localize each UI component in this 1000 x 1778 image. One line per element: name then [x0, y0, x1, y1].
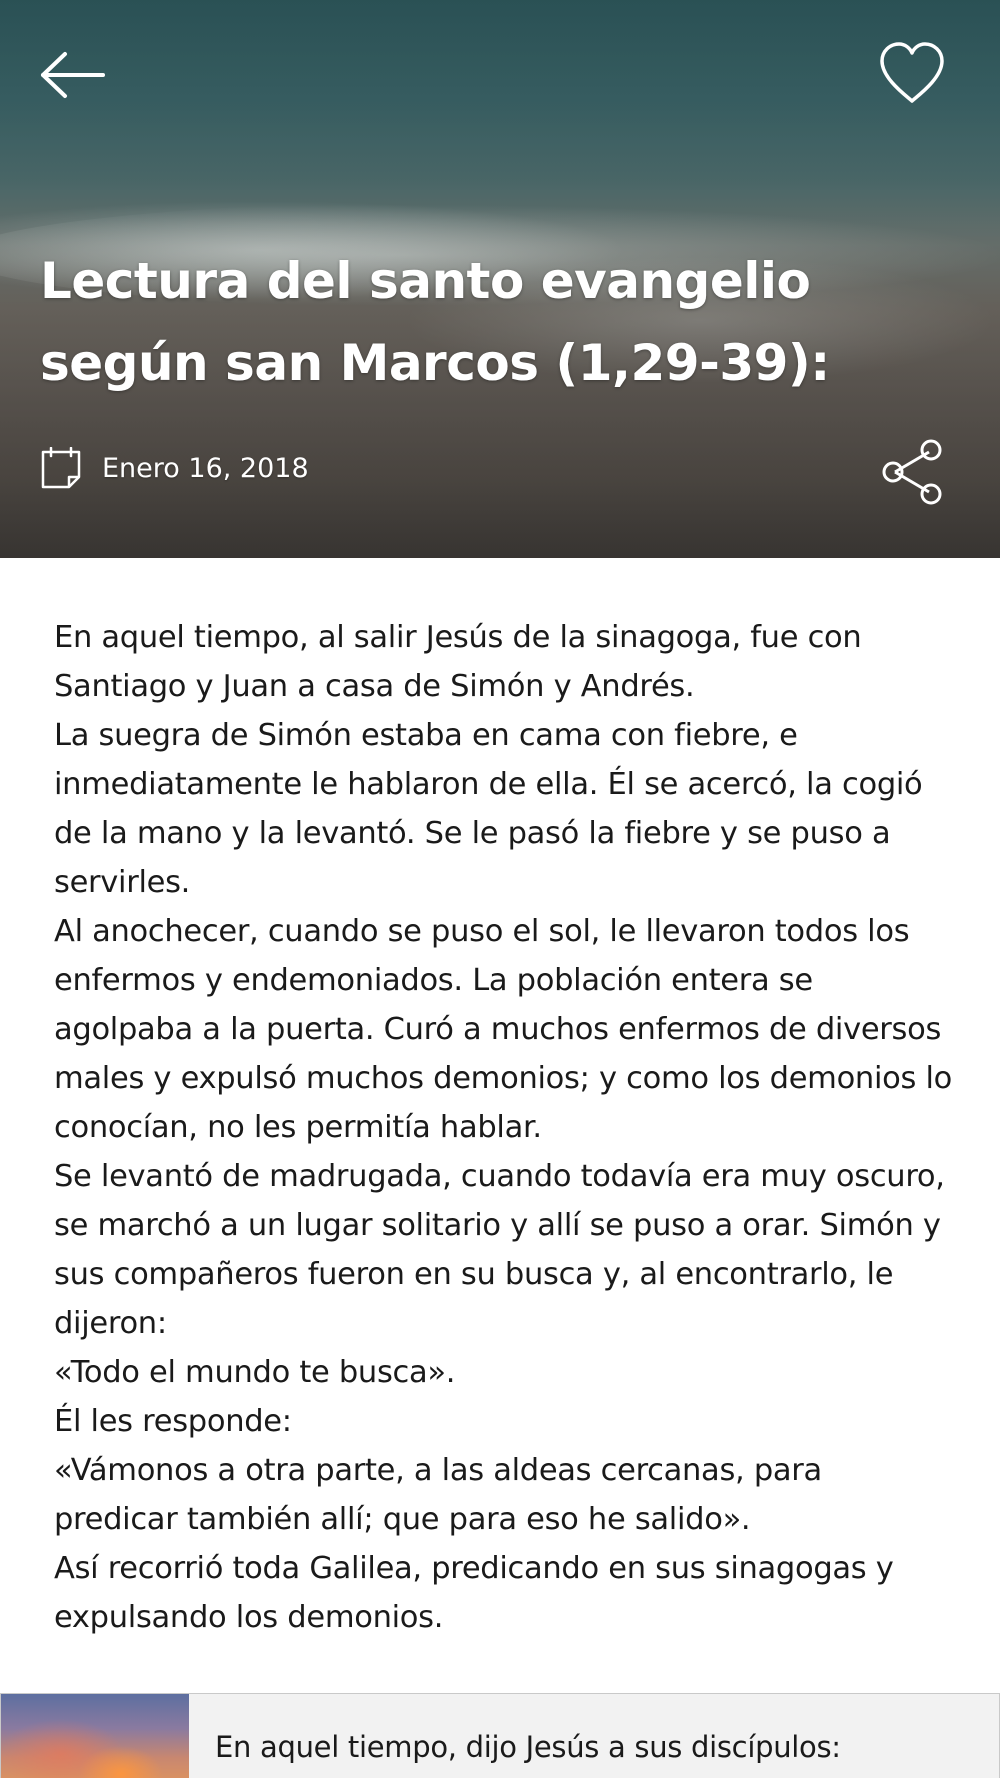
paragraph: La suegra de Simón estaba en cama con fi… — [54, 718, 923, 900]
arrow-left-icon — [41, 52, 105, 98]
title-line-1: Lectura del santo evangelio — [40, 252, 811, 310]
paragraph: Se levantó de madrugada, cuando todavía … — [54, 1159, 945, 1341]
share-button[interactable] — [874, 436, 950, 508]
paragraph: En aquel tiempo, al salir Jesús de la si… — [54, 620, 862, 704]
share-icon — [882, 439, 942, 505]
next-reading-preview: En aquel tiempo, dijo Jesús a sus discíp… — [215, 1730, 841, 1764]
paragraph: Él les responde: — [54, 1404, 292, 1439]
next-reading-thumbnail — [1, 1694, 189, 1778]
heart-outline-icon — [880, 42, 944, 103]
paragraph: Al anochecer, cuando se puso el sol, le … — [54, 914, 953, 1145]
paragraph: Así recorrió toda Galilea, predicando en… — [54, 1551, 894, 1635]
calendar-icon — [40, 447, 82, 489]
reading-body: En aquel tiempo, al salir Jesús de la si… — [54, 613, 954, 1642]
reading-title: Lectura del santo evangelio según san Ma… — [40, 240, 940, 404]
header-banner: Lectura del santo evangelio según san Ma… — [0, 0, 1000, 558]
favorite-button[interactable] — [874, 38, 950, 108]
date-row: Enero 16, 2018 — [40, 446, 309, 490]
title-line-2: según san Marcos (1,29-39): — [40, 334, 830, 392]
paragraph: «Todo el mundo te busca». — [54, 1355, 456, 1390]
back-button[interactable] — [34, 40, 110, 110]
reading-date: Enero 16, 2018 — [102, 452, 309, 484]
next-reading-card[interactable]: En aquel tiempo, dijo Jesús a sus discíp… — [0, 1693, 1000, 1778]
paragraph: «Vámonos a otra parte, a las aldeas cerc… — [54, 1453, 822, 1537]
